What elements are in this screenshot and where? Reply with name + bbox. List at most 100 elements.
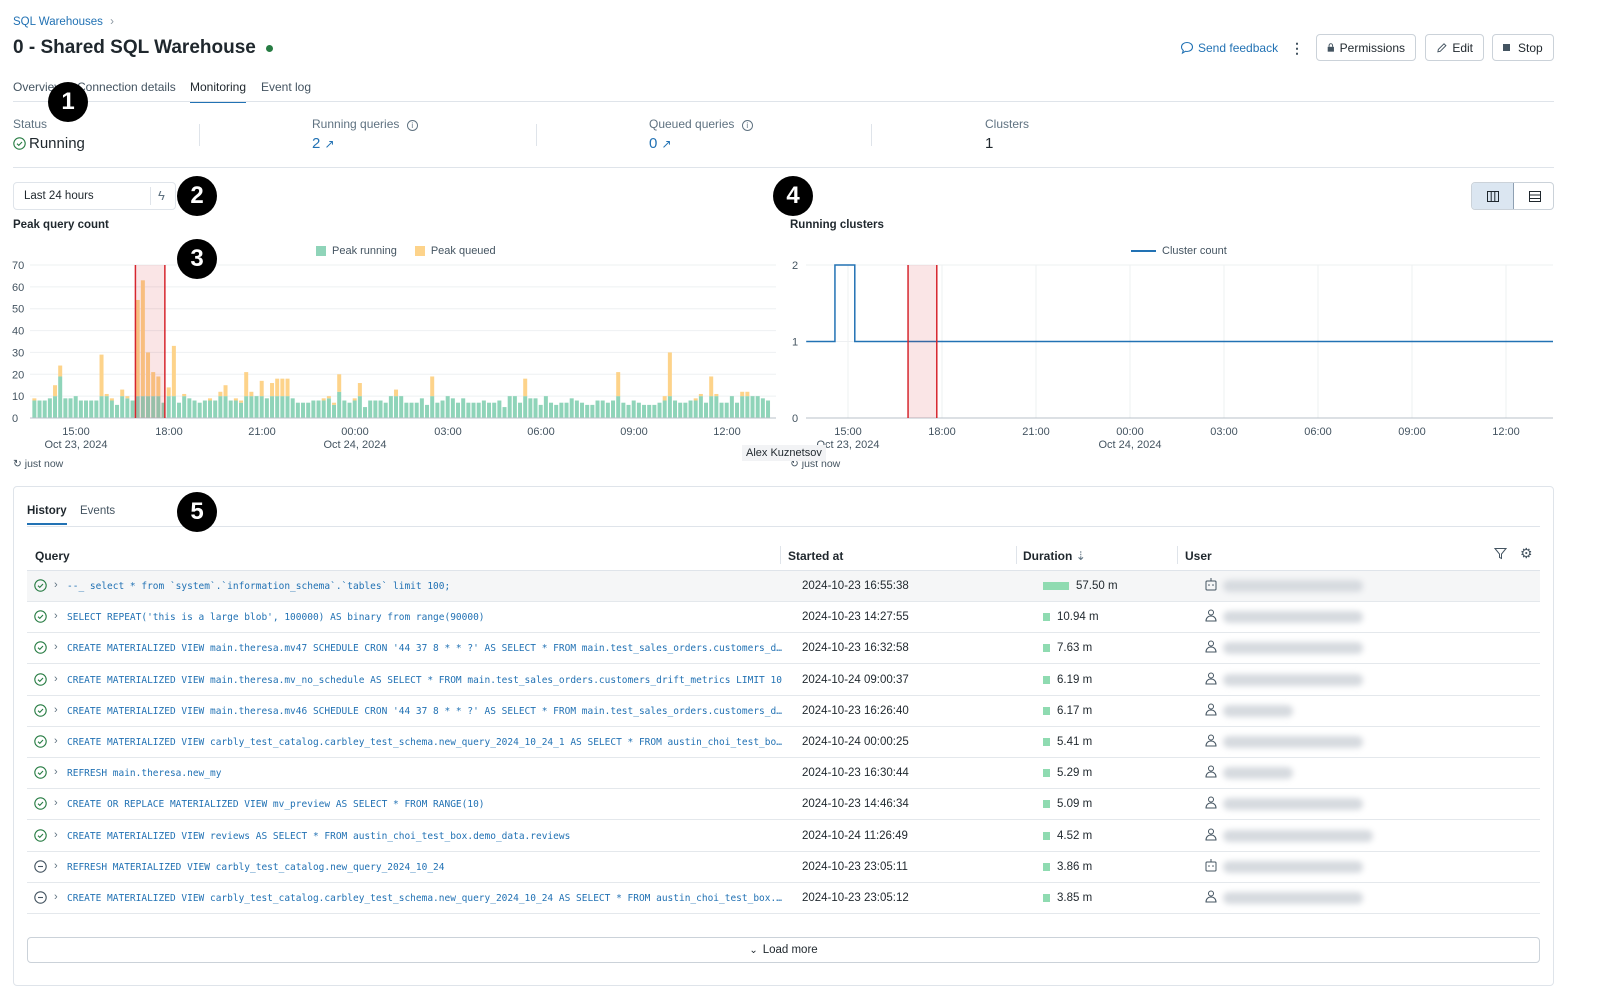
column-header-query[interactable]: Query	[35, 549, 70, 563]
column-divider[interactable]	[1177, 546, 1178, 564]
queued-queries-link[interactable]: 0 ↗	[649, 135, 672, 152]
table-row[interactable]: › CREATE MATERIALIZED VIEW reviews AS SE…	[27, 821, 1540, 852]
table-row[interactable]: › CREATE MATERIALIZED VIEW main.theresa.…	[27, 696, 1540, 727]
bar-peak-running	[497, 400, 502, 418]
send-feedback-link[interactable]: Send feedback	[1180, 41, 1278, 55]
bar-peak-running	[301, 402, 306, 418]
y-tick-label: 0	[792, 413, 798, 425]
breadcrumb-sql-warehouses[interactable]: SQL Warehouses	[13, 16, 103, 28]
table-row[interactable]: › REFRESH MATERIALIZED VIEW carbly_test_…	[27, 852, 1540, 883]
query-text[interactable]: CREATE MATERIALIZED VIEW carbly_test_cat…	[67, 737, 787, 748]
query-text[interactable]: CREATE MATERIALIZED VIEW carbly_test_cat…	[67, 893, 787, 904]
redacted-user-name	[1223, 580, 1363, 592]
bar-peak-running	[239, 402, 244, 418]
table-row[interactable]: › CREATE MATERIALIZED VIEW main.theresa.…	[27, 665, 1540, 696]
expand-chevron-icon[interactable]: ›	[54, 673, 58, 685]
expand-chevron-icon[interactable]: ›	[54, 860, 58, 872]
column-header-duration[interactable]: Duration ⇣	[1023, 549, 1086, 563]
bar-peak-running	[729, 396, 734, 418]
expand-chevron-icon[interactable]: ›	[54, 891, 58, 903]
table-row[interactable]: › CREATE OR REPLACE MATERIALIZED VIEW mv…	[27, 789, 1540, 821]
stop-button[interactable]: Stop	[1492, 34, 1554, 61]
query-text[interactable]: SELECT REPEAT('this is a large blob', 10…	[67, 612, 787, 623]
bar-peak-running	[673, 400, 678, 418]
expand-chevron-icon[interactable]: ›	[54, 766, 58, 778]
table-row[interactable]: › SELECT REPEAT('this is a large blob', …	[27, 602, 1540, 634]
bar-peak-running	[667, 396, 672, 418]
check-circle-icon	[13, 137, 26, 150]
refresh-icon[interactable]: ↻	[13, 458, 22, 470]
expand-chevron-icon[interactable]: ›	[54, 610, 58, 622]
bar-peak-running	[357, 396, 362, 418]
query-text[interactable]: REFRESH main.theresa.new_my	[67, 768, 787, 779]
bar-peak-running	[745, 396, 750, 418]
query-text[interactable]: CREATE MATERIALIZED VIEW main.theresa.mv…	[67, 675, 787, 686]
query-text[interactable]: --_ select * from `system`.`information_…	[67, 581, 787, 592]
peak-query-count-chart[interactable]: 0 10 20 30 40 50 60 70 15:00Oct 23, 2024 18:00 21:…	[0, 255, 790, 455]
bar-peak-running	[481, 400, 486, 418]
table-row[interactable]: › CREATE MATERIALIZED VIEW carbly_test_c…	[27, 727, 1540, 758]
sort-descending-icon[interactable]: ⇣	[1076, 549, 1086, 563]
running-queries-link[interactable]: 2 ↗	[312, 135, 335, 152]
clusters-label: Clusters	[985, 117, 1030, 131]
column-header-user[interactable]: User	[1185, 549, 1212, 563]
bar-peak-running	[554, 404, 559, 418]
tab-event-log[interactable]: Event log	[261, 80, 311, 101]
expand-chevron-icon[interactable]: ›	[54, 641, 58, 653]
query-text[interactable]: CREATE MATERIALIZED VIEW reviews AS SELE…	[67, 831, 787, 842]
running-clusters-chart[interactable]: 15:00Oct 23, 2024 18:00 21:00 00:00Oct 24, …	[780, 255, 1580, 455]
bar-peak-running	[249, 396, 254, 418]
kebab-menu-icon[interactable]: ⋮	[1290, 40, 1304, 57]
query-text[interactable]: CREATE MATERIALIZED VIEW main.theresa.mv…	[67, 706, 787, 717]
x-tick-label: 03:00	[434, 426, 462, 438]
expand-chevron-icon[interactable]: ›	[54, 579, 58, 591]
expand-chevron-icon[interactable]: ›	[54, 829, 58, 841]
filter-icon[interactable]	[1493, 547, 1508, 563]
edit-button[interactable]: Edit	[1425, 34, 1484, 61]
queued-queries-label: Queued queries i	[649, 117, 753, 131]
duration-bar	[1043, 862, 1050, 871]
bar-peak-running	[492, 402, 497, 418]
table-row[interactable]: › CREATE MATERIALIZED VIEW main.theresa.…	[27, 633, 1540, 665]
redacted-user-name	[1223, 704, 1293, 717]
expand-chevron-icon[interactable]: ›	[54, 797, 58, 809]
tab-events[interactable]: Events	[80, 505, 115, 517]
info-icon[interactable]: i	[741, 120, 753, 131]
lightning-icon[interactable]: ϟ	[158, 188, 165, 203]
success-status-icon	[34, 766, 47, 782]
bar-peak-running	[275, 396, 280, 418]
query-text[interactable]: CREATE OR REPLACE MATERIALIZED VIEW mv_p…	[67, 799, 787, 810]
info-icon[interactable]: i	[406, 120, 418, 131]
x-tick-sublabel: Oct 24, 2024	[1099, 439, 1162, 451]
expand-chevron-icon[interactable]: ›	[54, 735, 58, 747]
duration-value: 5.41 m	[1057, 736, 1093, 748]
query-text[interactable]: CREATE MATERIALIZED VIEW main.theresa.mv…	[67, 643, 787, 654]
running-queries-label: Running queries i	[312, 117, 418, 131]
bar-peak-running	[543, 396, 548, 418]
column-divider[interactable]	[1016, 546, 1017, 564]
column-divider[interactable]	[780, 546, 781, 564]
y-tick-label: 20	[12, 369, 24, 381]
time-range-select[interactable]: Last 24 hours ϟ	[13, 182, 176, 210]
tab-history[interactable]: History	[27, 505, 67, 525]
x-tick-label: 03:00	[1210, 426, 1238, 438]
bar-peak-running	[642, 404, 647, 418]
gear-icon[interactable]: ⚙	[1520, 545, 1533, 562]
bar-peak-running	[528, 398, 533, 418]
load-more-button[interactable]: ⌄ Load more	[27, 937, 1540, 963]
expand-chevron-icon[interactable]: ›	[54, 704, 58, 716]
x-tick-label: 06:00	[527, 426, 555, 438]
bar-peak-queued	[32, 398, 37, 401]
tab-monitoring[interactable]: Monitoring	[190, 80, 247, 103]
permissions-button[interactable]: Permissions	[1316, 34, 1416, 61]
bar-peak-queued	[326, 396, 331, 399]
table-row[interactable]: › --_ select * from `system`.`informatio…	[27, 571, 1540, 602]
bar-peak-running	[466, 402, 471, 418]
column-header-started[interactable]: Started at	[788, 549, 843, 563]
table-row[interactable]: › REFRESH main.theresa.new_my 2024-10-23…	[27, 758, 1540, 790]
columns-layout-button[interactable]	[1472, 183, 1514, 209]
tab-connection-details[interactable]: Connection details	[77, 80, 176, 101]
table-row[interactable]: › CREATE MATERIALIZED VIEW carbly_test_c…	[27, 883, 1540, 914]
query-text[interactable]: REFRESH MATERIALIZED VIEW carbly_test_ca…	[67, 862, 787, 873]
rows-layout-button[interactable]	[1514, 183, 1553, 209]
